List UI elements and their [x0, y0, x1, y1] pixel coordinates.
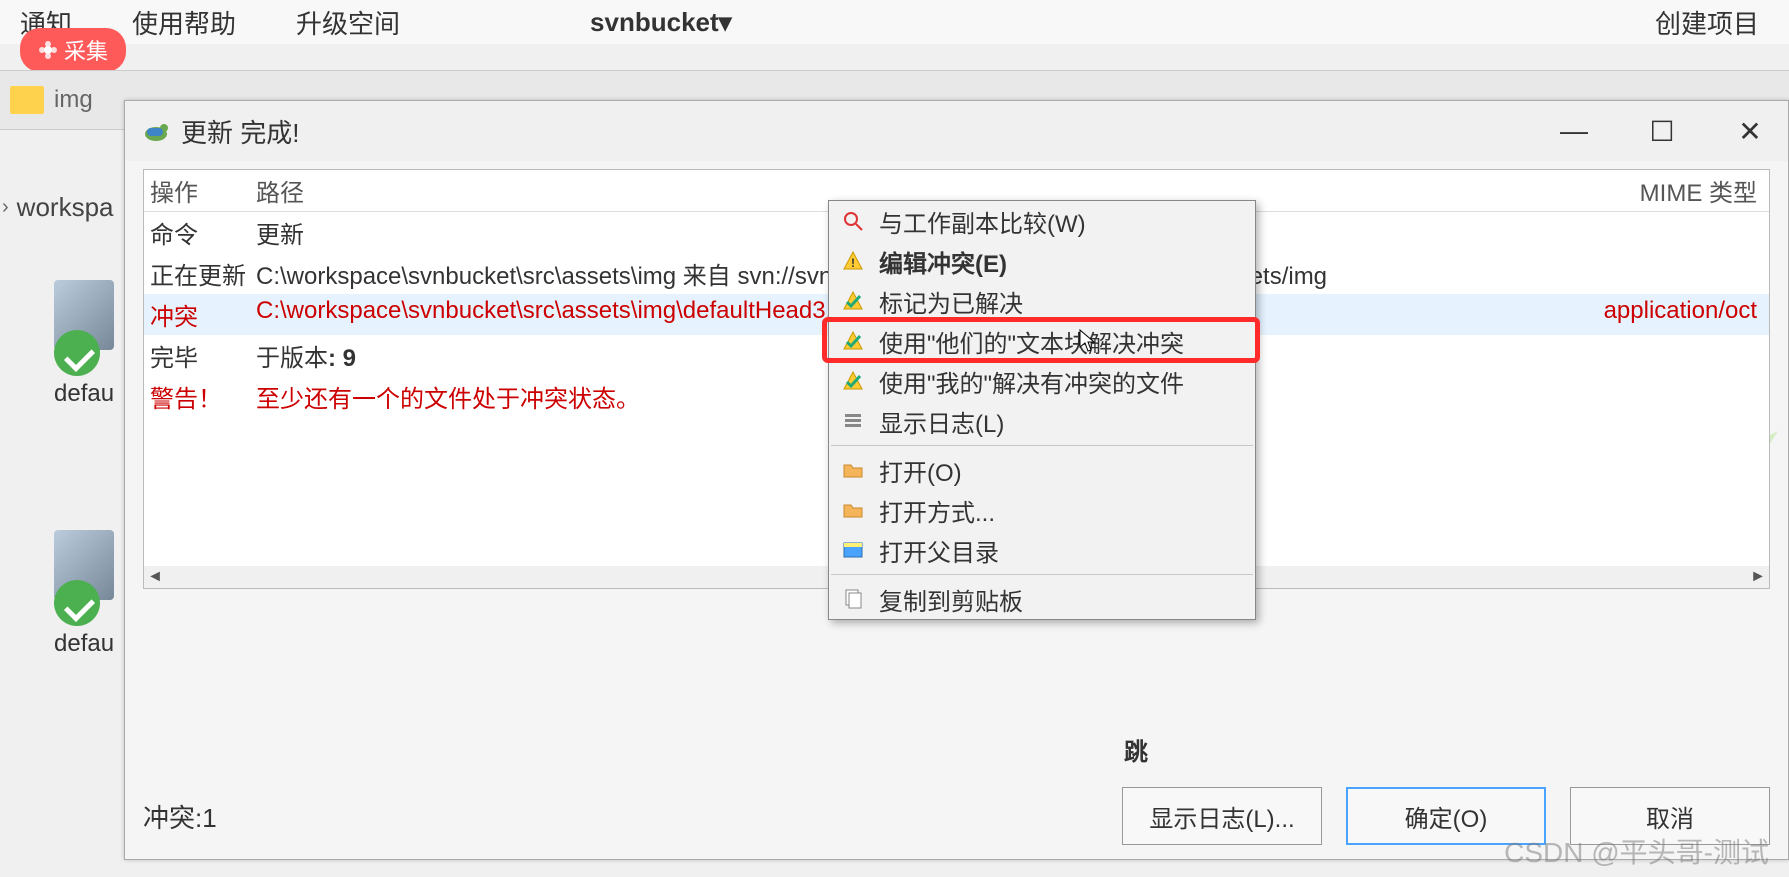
cell-op: 警告！: [150, 379, 256, 414]
menu-item[interactable]: ! 编辑冲突(E): [829, 241, 1255, 281]
menu-item-label: 与工作副本比较(W): [879, 204, 1086, 239]
col-header-mime[interactable]: MIME 类型: [1640, 173, 1763, 208]
resolve-icon: [841, 329, 865, 353]
menu-item-label: 使用"他们的"文本块解决冲突: [879, 324, 1184, 359]
breadcrumb[interactable]: › workspa: [2, 192, 114, 223]
scroll-right-arrow[interactable]: ►: [1747, 568, 1769, 586]
menu-separator: [831, 445, 1253, 446]
menu-item-label: 编辑冲突(E): [879, 244, 1007, 279]
nav-item[interactable]: 升级空间: [296, 4, 400, 41]
scroll-left-arrow[interactable]: ◄: [144, 568, 166, 586]
menu-item-label: 复制到剪贴板: [879, 582, 1023, 617]
close-button[interactable]: ✕: [1730, 115, 1770, 148]
dialog-titlebar: 更新 完成! — ☐ ✕: [125, 101, 1788, 161]
menu-item-label: 打开(O): [879, 453, 962, 488]
showlog-button[interactable]: 显示日志(L)...: [1122, 787, 1322, 845]
maximize-button[interactable]: ☐: [1642, 115, 1682, 148]
menu-separator: [831, 574, 1253, 575]
folder-icon: [841, 498, 865, 522]
resolve-icon: [841, 369, 865, 393]
watermark: CSDN @平头哥-测试: [1504, 831, 1769, 871]
menu-item[interactable]: 打开(O): [829, 450, 1255, 490]
chevron-right-icon: ›: [2, 196, 9, 219]
breadcrumb-item[interactable]: workspa: [17, 192, 114, 223]
menu-item-label: 显示日志(L): [879, 404, 1004, 439]
copy-icon: [841, 587, 865, 611]
log-icon: [841, 409, 865, 433]
brand-dropdown[interactable]: svnbucket▾: [590, 7, 732, 38]
menu-item[interactable]: 打开方式...: [829, 490, 1255, 530]
checkmark-icon: [54, 330, 100, 376]
minimize-button[interactable]: —: [1554, 115, 1594, 148]
menu-item-label: 打开父目录: [879, 533, 999, 568]
warning-icon: !: [841, 249, 865, 273]
menu-item-label: 打开方式...: [879, 493, 995, 528]
cell-op: 冲突: [150, 297, 256, 332]
folder-app-icon: [841, 538, 865, 562]
cell-op: 完毕: [150, 338, 256, 373]
folder-name: img: [54, 86, 93, 114]
flower-icon: [38, 40, 58, 60]
menu-item[interactable]: 复制到剪贴板: [829, 579, 1255, 619]
menu-item[interactable]: 显示日志(L): [829, 401, 1255, 441]
conflict-count: 冲突:1: [143, 798, 217, 835]
cell-op: 命令: [150, 215, 256, 250]
collect-badge[interactable]: 采集: [20, 28, 126, 72]
menu-item-label: 标记为已解决: [879, 284, 1023, 319]
skip-label: 跳: [1124, 732, 1148, 767]
menu-item[interactable]: 标记为已解决: [829, 281, 1255, 321]
folder-icon: [10, 86, 44, 114]
dialog-title: 更新 完成!: [181, 113, 299, 150]
folder-icon: [841, 458, 865, 482]
tortoise-icon: [143, 118, 169, 144]
cell-op: 正在更新: [150, 256, 256, 291]
nav-item[interactable]: 使用帮助: [132, 4, 236, 41]
cell-mime: application/oct: [1604, 297, 1763, 332]
menu-item[interactable]: 与工作副本比较(W): [829, 201, 1255, 241]
svg-text:!: !: [851, 256, 855, 270]
menu-item[interactable]: 使用"他们的"文本块解决冲突: [829, 321, 1255, 361]
magnifier-icon: [841, 209, 865, 233]
resolve-icon: [841, 289, 865, 313]
cursor-icon: [1079, 329, 1097, 359]
col-header-op[interactable]: 操作: [150, 173, 256, 208]
checkmark-icon: [54, 580, 100, 626]
collect-label: 采集: [64, 34, 108, 66]
menu-item-label: 使用"我的"解决有冲突的文件: [879, 364, 1184, 399]
top-nav: 通知 使用帮助 升级空间 svnbucket▾ 创建项目: [0, 0, 1789, 44]
menu-item[interactable]: 使用"我的"解决有冲突的文件: [829, 361, 1255, 401]
create-project-button[interactable]: 创建项目: [1655, 4, 1759, 41]
menu-item[interactable]: 打开父目录: [829, 530, 1255, 570]
context-menu: 与工作副本比较(W)! 编辑冲突(E) 标记为已解决使用"他们的"文本块解决冲突使用…: [828, 200, 1256, 620]
